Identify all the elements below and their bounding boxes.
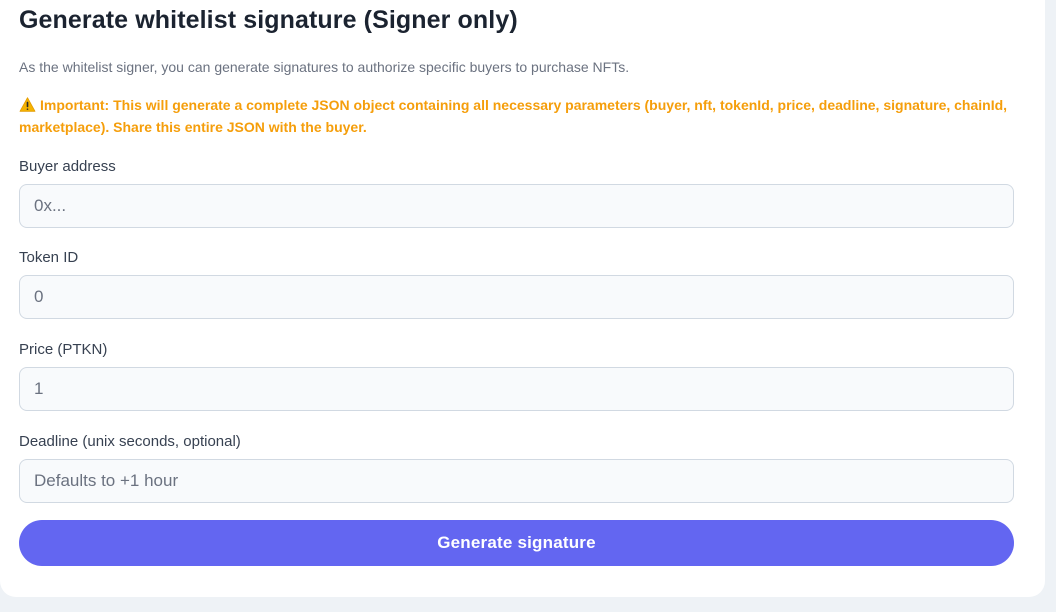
buyer-address-input[interactable] — [19, 184, 1014, 228]
buyer-address-label: Buyer address — [19, 158, 116, 175]
token-id-label: Token ID — [19, 249, 79, 266]
price-label: Price (PTKN) — [19, 341, 108, 358]
signature-card: Generate whitelist signature (Signer onl… — [0, 0, 1045, 597]
deadline-label: Deadline (unix seconds, optional) — [19, 433, 241, 450]
page-description: As the whitelist signer, you can generat… — [19, 59, 630, 75]
warning-icon — [19, 97, 36, 112]
important-notice-text: Important: This will generate a complete… — [19, 97, 1008, 135]
price-input[interactable] — [19, 367, 1014, 411]
deadline-input[interactable] — [19, 459, 1014, 503]
generate-signature-button[interactable]: Generate signature — [19, 520, 1014, 566]
important-notice: Important: This will generate a complete… — [19, 94, 1019, 138]
page-title: Generate whitelist signature (Signer onl… — [19, 6, 518, 34]
token-id-input[interactable] — [19, 275, 1014, 319]
